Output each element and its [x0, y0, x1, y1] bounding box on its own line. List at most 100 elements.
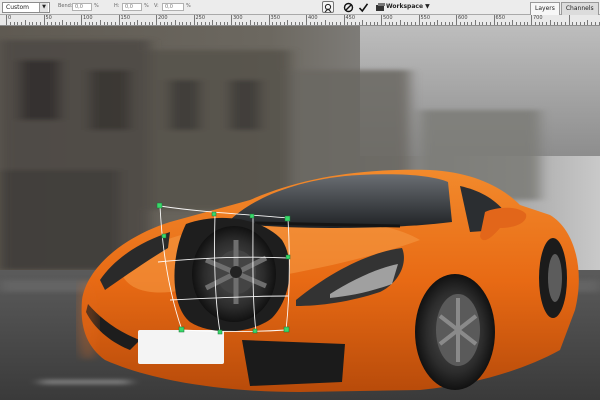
panel-tabs: Layers Channels Pa: [530, 0, 600, 16]
ruler-tick: [328, 22, 330, 25]
workspace-menu[interactable]: Workspace ▼: [386, 1, 434, 13]
ruler-tick: [369, 22, 371, 25]
ruler-tick: [347, 22, 349, 25]
ruler-tick: [249, 20, 251, 25]
bend-label: Bend:: [58, 3, 73, 9]
warp-preset-value: Custom: [6, 4, 29, 11]
ruler-tick: [433, 22, 435, 25]
ruler-tick: [103, 22, 105, 25]
dropdown-arrow-icon: ▼: [425, 3, 430, 10]
photo-car: [0, 26, 600, 400]
ruler-tick: [351, 22, 352, 25]
ruler-tick: [501, 22, 502, 25]
ruler-tick: [148, 22, 150, 25]
ruler-tick: [298, 22, 300, 25]
commit-icon[interactable]: [357, 1, 369, 13]
bend-field[interactable]: 0,0: [72, 3, 92, 11]
h-percent: %: [144, 3, 149, 9]
ruler-tick: [133, 22, 135, 25]
warp-preset-select[interactable]: Custom ▼: [2, 2, 50, 13]
ruler-tick: [129, 22, 131, 25]
ruler-tick: [99, 20, 101, 25]
ruler-tick: [534, 22, 536, 25]
workspace-label: Workspace: [386, 3, 424, 10]
ruler-tick: [313, 22, 315, 25]
ruler-tick: [242, 22, 244, 25]
ruler-tick: [512, 20, 514, 25]
ruler-tick: [467, 22, 469, 25]
ruler-tick: [96, 22, 97, 25]
ruler-tick: [538, 22, 540, 25]
ruler-tick: [9, 22, 11, 25]
ruler-tick: [343, 15, 345, 25]
ruler-tick: [422, 22, 424, 25]
ruler-label: 100: [83, 15, 93, 21]
ruler-tick: [279, 22, 281, 25]
ruler-tick: [287, 20, 289, 25]
ruler-tick: [489, 22, 491, 25]
ruler-tick: [204, 22, 206, 25]
ruler-tick: [306, 15, 307, 25]
v-distortion-field[interactable]: 0,0: [162, 3, 184, 11]
ruler-tick: [396, 22, 397, 25]
ruler-tick: [6, 15, 7, 25]
ruler-tick: [261, 22, 262, 25]
ruler-tick: [201, 22, 202, 25]
ruler-tick: [212, 20, 214, 25]
ruler-tick: [208, 22, 210, 25]
h-label: H:: [114, 3, 120, 9]
ruler-tick: [238, 22, 240, 25]
ruler-tick: [459, 22, 461, 25]
ruler-tick: [519, 22, 521, 25]
cancel-icon[interactable]: [342, 1, 354, 13]
ruler-tick: [373, 22, 375, 25]
ruler-tick: [24, 20, 26, 25]
ruler-tick: [486, 22, 487, 25]
ruler-tick: [159, 22, 161, 25]
warp-mode-icon[interactable]: [322, 1, 334, 13]
ruler-tick: [553, 22, 555, 25]
ruler-tick: [291, 22, 292, 25]
palette-icon[interactable]: [374, 1, 386, 13]
ruler-tick: [557, 22, 559, 25]
tab-channels[interactable]: Channels: [560, 2, 599, 16]
tab-layers[interactable]: Layers: [530, 2, 560, 16]
ruler-tick: [414, 22, 416, 25]
ruler-tick: [317, 22, 319, 25]
ruler-tick: [411, 22, 412, 25]
ruler-tick: [227, 22, 229, 25]
ruler-tick: [516, 22, 517, 25]
ruler-tick: [321, 22, 322, 25]
ruler-tick: [268, 15, 270, 25]
ruler-tick: [13, 22, 15, 25]
ruler-label: 500: [383, 15, 393, 21]
ruler-tick: [456, 15, 457, 25]
ruler-label: 550: [420, 15, 431, 21]
ruler-tick: [493, 15, 495, 25]
ruler-tick: [437, 20, 439, 25]
ruler-tick: [107, 22, 109, 25]
ruler-tick: [561, 22, 562, 25]
ruler-tick: [366, 22, 367, 25]
ruler-tick: [564, 22, 566, 25]
ruler-tick: [81, 15, 82, 25]
ruler-tick: [354, 22, 356, 25]
ruler-tick: [403, 22, 405, 25]
ruler-tick: [197, 22, 199, 25]
ruler-tick: [579, 22, 581, 25]
ruler-tick: [309, 22, 311, 25]
ruler-tick: [36, 22, 37, 25]
ruler-label: 600: [458, 15, 468, 21]
ruler-tick: [302, 22, 304, 25]
ruler-tick: [137, 20, 139, 25]
h-distortion-field[interactable]: 0,0: [122, 3, 142, 11]
ruler-tick: [392, 22, 394, 25]
ruler-label: 350: [270, 15, 281, 21]
ruler-tick: [482, 22, 484, 25]
ruler-tick: [384, 22, 386, 25]
ruler-tick: [32, 22, 34, 25]
ruler-tick: [69, 22, 71, 25]
ruler-tick: [66, 22, 67, 25]
ruler-tick: [58, 22, 60, 25]
document-canvas[interactable]: [0, 26, 600, 400]
